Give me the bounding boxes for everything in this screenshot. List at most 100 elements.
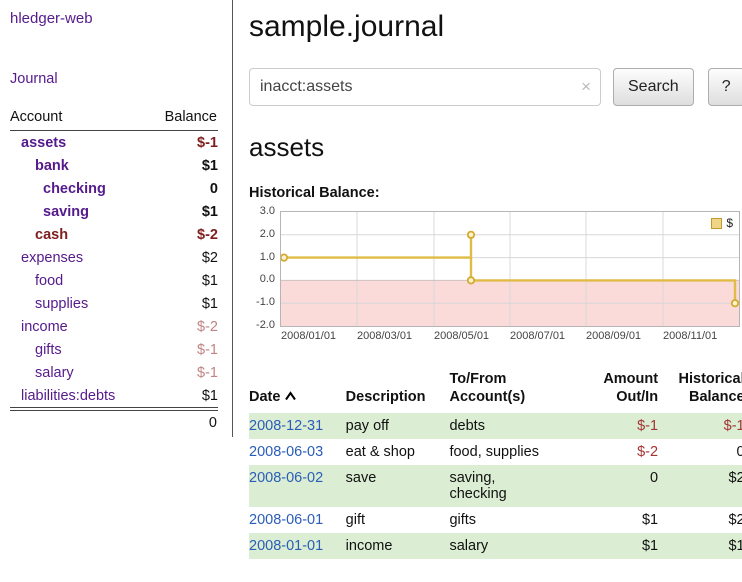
cell-description: save (346, 465, 450, 507)
account-row: expenses $2 (10, 246, 218, 269)
sidebar-account-checking[interactable]: checking (10, 181, 106, 197)
cell-description: pay off (346, 413, 450, 439)
cell-accounts: saving, checking (449, 465, 583, 507)
account-balance: $-1 (197, 135, 218, 151)
sidebar-account-expenses[interactable]: expenses (10, 250, 83, 266)
date-link[interactable]: 2008-12-31 (249, 418, 323, 434)
chart-x-axis: 2008/01/01 2008/03/01 2008/05/01 2008/07… (281, 327, 741, 344)
account-row: supplies $1 (10, 292, 218, 315)
date-link[interactable]: 2008-06-01 (249, 512, 323, 528)
account-balance: $1 (202, 388, 218, 404)
accounts-header-balance: Balance (165, 109, 217, 125)
sidebar-item-journal[interactable]: Journal (10, 71, 58, 87)
sidebar-account-salary[interactable]: salary (10, 365, 74, 381)
sidebar-account-gifts[interactable]: gifts (10, 342, 62, 358)
x-tick-label: 2008/07/01 (510, 330, 565, 342)
x-tick-label: 2008/03/01 (357, 330, 412, 342)
sidebar-account-liabilities-debts[interactable]: liabilities:debts (10, 388, 115, 404)
y-tick-label: -1.0 (256, 296, 275, 308)
clear-search-icon[interactable]: × (581, 78, 591, 95)
account-balance: $1 (202, 158, 218, 174)
sidebar-account-bank[interactable]: bank (10, 158, 69, 174)
cell-balance: $2 (658, 507, 742, 533)
cell-description: gift (346, 507, 450, 533)
sidebar-account-supplies[interactable]: supplies (10, 296, 88, 312)
column-header-balance: Historical Balance (658, 366, 742, 413)
account-row: income $-2 (10, 315, 218, 338)
sidebar: hledger-web Journal Account Balance asse… (0, 0, 233, 437)
account-heading: assets (249, 132, 742, 163)
y-tick-label: 0.0 (260, 273, 275, 285)
cell-balance: $2 (658, 465, 742, 507)
column-header-description: Description (346, 366, 450, 413)
sidebar-account-food[interactable]: food (10, 273, 63, 289)
search-button[interactable]: Search (613, 68, 694, 106)
account-balance: $-1 (197, 342, 218, 358)
search-input[interactable] (249, 68, 601, 106)
sort-ascending-icon (284, 388, 297, 406)
sidebar-account-income[interactable]: income (10, 319, 68, 335)
y-tick-label: -2.0 (256, 319, 275, 331)
register-header-row: Date Description To/From Account(s) Amou… (249, 366, 742, 413)
x-tick-label: 2008/11/01 (663, 330, 717, 342)
cell-date: 2008-06-02 (249, 465, 346, 507)
cell-balance: $1 (658, 533, 742, 559)
account-row: bank $1 (10, 154, 218, 177)
account-row: food $1 (10, 269, 218, 292)
date-link[interactable]: 2008-06-02 (249, 470, 323, 486)
chart-y-axis: 3.0 2.0 1.0 0.0 -1.0 -2.0 (249, 211, 280, 327)
register-row: 2008-06-02 save saving, checking 0 $2 (249, 465, 742, 507)
search-bar: × Search ? (249, 68, 742, 106)
cell-date: 2008-01-01 (249, 533, 346, 559)
account-balance: $-2 (197, 227, 218, 243)
account-balance: $1 (202, 296, 218, 312)
accounts-total: 0 (10, 407, 218, 431)
register-row: 2008-01-01 income salary $1 $1 (249, 533, 742, 559)
page-title: sample.journal (249, 10, 742, 44)
column-header-tofrom: To/From Account(s) (449, 366, 583, 413)
cell-amount: $1 (584, 533, 658, 559)
balance-chart: 3.0 2.0 1.0 0.0 -1.0 -2.0 (249, 211, 742, 344)
account-row: cash $-2 (10, 223, 218, 246)
chart-canvas (281, 212, 739, 326)
cell-date: 2008-06-01 (249, 507, 346, 533)
sidebar-account-saving[interactable]: saving (10, 204, 89, 220)
register-row: 2008-06-01 gift gifts $1 $2 (249, 507, 742, 533)
sidebar-account-assets[interactable]: assets (10, 135, 66, 151)
sidebar-account-cash[interactable]: cash (10, 227, 68, 243)
account-row: salary $-1 (10, 361, 218, 384)
account-balance: $1 (202, 204, 218, 220)
account-balance: $-1 (197, 365, 218, 381)
legend-swatch-icon (711, 218, 722, 229)
column-header-amount: Amount Out/In (584, 366, 658, 413)
x-tick-label: 2008/01/01 (281, 330, 336, 342)
page: hledger-web Journal Account Balance asse… (0, 0, 742, 559)
y-tick-label: 2.0 (260, 228, 275, 240)
cell-amount: $-2 (584, 439, 658, 465)
y-tick-label: 3.0 (260, 205, 275, 217)
chart-plot-area: $ (280, 211, 740, 327)
register-row: 2008-12-31 pay off debts $-1 $-1 (249, 413, 742, 439)
register-table: Date Description To/From Account(s) Amou… (249, 366, 742, 559)
cell-accounts: debts (449, 413, 583, 439)
accounts-header-account: Account (10, 109, 62, 125)
accounts-table: Account Balance assets $-1 bank $1 check… (10, 109, 218, 431)
column-header-date[interactable]: Date (249, 366, 346, 413)
date-link[interactable]: 2008-01-01 (249, 538, 323, 554)
chart-title: Historical Balance: (249, 185, 742, 201)
account-row: assets $-1 (10, 131, 218, 154)
cell-date: 2008-06-03 (249, 439, 346, 465)
account-balance: $-2 (197, 319, 218, 335)
x-tick-label: 2008/09/01 (586, 330, 641, 342)
cell-description: income (346, 533, 450, 559)
cell-accounts: food, supplies (449, 439, 583, 465)
date-link[interactable]: 2008-06-03 (249, 444, 323, 460)
cell-accounts: salary (449, 533, 583, 559)
column-header-date-label: Date (249, 389, 280, 405)
app-title-link[interactable]: hledger-web (10, 10, 93, 27)
cell-amount: $-1 (584, 413, 658, 439)
help-button[interactable]: ? (708, 68, 742, 106)
account-balance: 0 (210, 181, 218, 197)
cell-date: 2008-12-31 (249, 413, 346, 439)
cell-amount: $1 (584, 507, 658, 533)
